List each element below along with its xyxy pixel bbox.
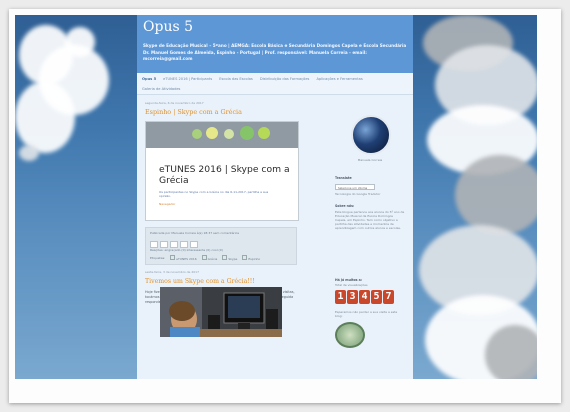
- facebook-share-icon[interactable]: [180, 241, 188, 248]
- about-text: Este blogue pertence aos alunos do 5º an…: [335, 210, 405, 230]
- counter-digit: 4: [359, 290, 370, 304]
- post-labels: Etiquetas: eTUNES 2016 Grécia Skype Espi…: [150, 255, 260, 261]
- blog-header: Opus 5 Skype de Educação Musical – 5ºano…: [137, 15, 413, 73]
- counter-digit: 7: [383, 290, 394, 304]
- label-link[interactable]: Grécia: [208, 257, 218, 261]
- nav-item-home[interactable]: Opus 5: [142, 76, 156, 83]
- post-date: segunda-feira, 6 de novembro de 2017: [145, 101, 204, 105]
- partners-heading: Esperamos não perder a sua visita a este…: [335, 310, 398, 318]
- blog-description: Skype de Educação Musical – 5ºano | AEMG…: [143, 43, 407, 61]
- translate-heading: Translate: [335, 176, 352, 180]
- post-title[interactable]: Espinho | Skype com a Grécia: [145, 108, 313, 117]
- nav-item-escola[interactable]: Escola das Escolas: [219, 76, 253, 83]
- slide-subtitle: Os participantes no Skype com a Grécia n…: [159, 190, 269, 198]
- pinterest-share-icon[interactable]: [190, 241, 198, 248]
- sidebar: Manuela Correia Translate Selecione um i…: [335, 107, 405, 348]
- slide-banner: [146, 122, 298, 148]
- partner-logo-icon[interactable]: [335, 322, 365, 348]
- visits-note: Total de visualizações: [335, 283, 368, 287]
- post-meta: Publicada por Manuela Correia à(s) 18:37…: [150, 231, 240, 235]
- visit-counter: 1 3 4 5 7: [335, 290, 405, 304]
- share-buttons: [150, 241, 198, 248]
- sky-background: Opus 5 Skype de Educação Musical – 5ºano…: [15, 15, 537, 379]
- blog-share-icon[interactable]: [160, 241, 168, 248]
- twitter-share-icon[interactable]: [170, 241, 178, 248]
- language-select[interactable]: Selecione um idioma: [335, 184, 375, 190]
- about-heading: Sobre nós:: [335, 204, 355, 208]
- profile-caption[interactable]: Manuela Correia: [335, 158, 405, 162]
- blog-page: Opus 5 Skype de Educação Musical – 5ºano…: [137, 15, 413, 379]
- label-link[interactable]: eTUNES 2016: [176, 257, 197, 261]
- counter-digit: 3: [347, 290, 358, 304]
- post-photo[interactable]: [160, 287, 282, 337]
- translate-note: Tecnologia do Google Tradutor: [335, 192, 381, 196]
- checkbox-icon[interactable]: [242, 255, 248, 260]
- blog-title[interactable]: Opus 5: [143, 15, 407, 35]
- main-column: segunda-feira, 6 de novembro de 2017 Esp…: [145, 101, 313, 305]
- nav-item-aplicacoes[interactable]: Aplicações e Ferramentas: [316, 76, 362, 83]
- nav-item-participants[interactable]: eTUNES 2016 | Participants: [163, 76, 212, 83]
- checkbox-icon[interactable]: [222, 255, 228, 260]
- post-date: sexta-feira, 3 de novembro de 2017: [145, 270, 199, 274]
- post-reactions: Reações: engraçado (0) interessante (0) …: [150, 248, 223, 252]
- nav-item-distribuicao[interactable]: Distribuição das Formações: [260, 76, 310, 83]
- labels-prefix: Etiquetas:: [150, 256, 166, 260]
- checkbox-icon[interactable]: [170, 255, 176, 260]
- counter-digit: 5: [371, 290, 382, 304]
- counter-digit: 1: [335, 290, 346, 304]
- label-link[interactable]: Espinho: [248, 257, 260, 261]
- nav-item-galeria[interactable]: Galeria de Atividades: [142, 86, 180, 93]
- profile-globe-image[interactable]: [351, 115, 391, 155]
- slide-link[interactable]: Navegador: [159, 202, 175, 206]
- embedded-slide[interactable]: eTUNES 2016 | Skype com a Grécia Os part…: [145, 121, 299, 221]
- email-share-icon[interactable]: [150, 241, 158, 248]
- slide-heading: eTUNES 2016 | Skype com a Grécia: [159, 164, 290, 186]
- post-footer: Publicada por Manuela Correia à(s) 18:37…: [145, 227, 297, 265]
- checkbox-icon[interactable]: [201, 255, 207, 260]
- blog-nav: Opus 5 eTUNES 2016 | Participants Escola…: [137, 73, 413, 95]
- label-link[interactable]: Skype: [228, 257, 237, 261]
- post-title[interactable]: Tivemos um Skype com a Grécia!!!: [145, 278, 313, 286]
